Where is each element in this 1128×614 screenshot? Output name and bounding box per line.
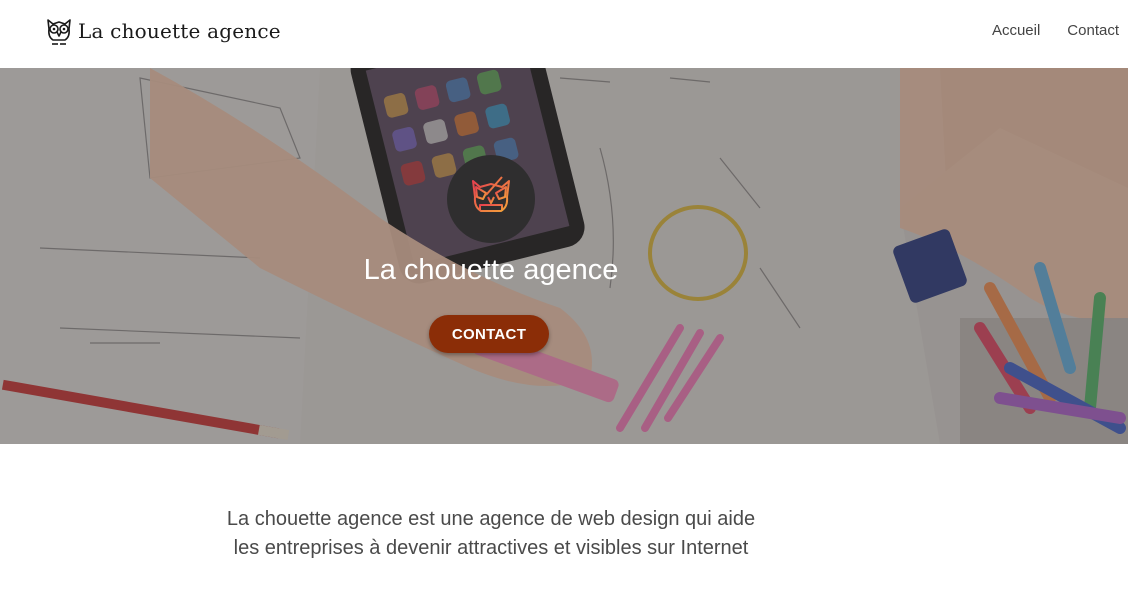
intro-line-1: La chouette agence est une agence de web…	[226, 508, 756, 530]
brand-home-link[interactable]: La chouette agence	[44, 14, 281, 48]
site-header: La chouette agence Accueil Contact	[0, 0, 1128, 68]
nav-item-accueil[interactable]: Accueil	[992, 22, 1040, 39]
owl-icon	[47, 19, 71, 45]
contact-button[interactable]: CONTACT	[429, 315, 549, 353]
intro-text: La chouette agence est une agence de web…	[0, 505, 982, 563]
hero-title: La chouette agence	[363, 254, 619, 286]
hero-banner: La chouette agence CONTACT	[0, 68, 1128, 444]
main-nav: Accueil Contact	[992, 22, 1119, 39]
owl-icon	[472, 176, 510, 220]
intro-line-2: les entreprises à devenir attractives et…	[233, 537, 749, 559]
hero-logo-badge	[447, 155, 535, 243]
brand-name: La chouette agence	[78, 19, 281, 43]
nav-item-contact[interactable]: Contact	[1067, 22, 1119, 39]
